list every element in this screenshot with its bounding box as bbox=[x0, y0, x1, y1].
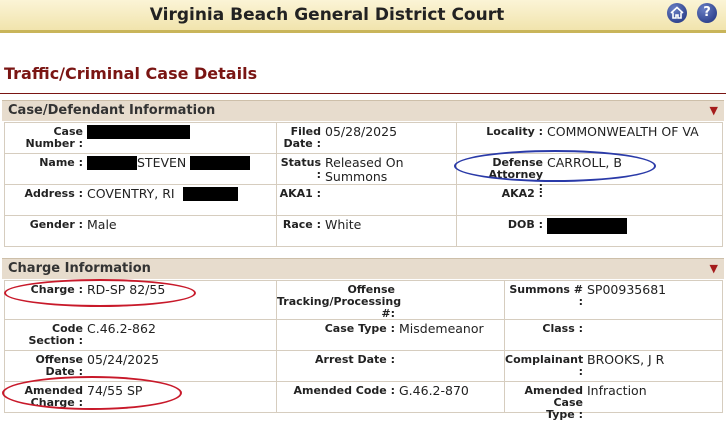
case-details-table: Case Number : Filed Date : 05/28/2025 Lo… bbox=[4, 122, 723, 247]
case-section-header[interactable]: Case/Defendant Information ▼ bbox=[2, 100, 724, 121]
section-title: Case/Defendant Information bbox=[8, 103, 216, 118]
filed-date-value: 05/28/2025 bbox=[325, 124, 398, 139]
address-value: COVENTRY, RI bbox=[87, 186, 175, 201]
locality-label: Locality : bbox=[486, 125, 543, 138]
gender-value: Male bbox=[87, 217, 117, 232]
filed-date-cell: Filed Date : 05/28/2025 bbox=[277, 123, 456, 153]
code-section-label: Code Section : bbox=[28, 322, 83, 347]
dob-cell: DOB : bbox=[457, 216, 722, 246]
summons-value: SP00935681 bbox=[587, 282, 667, 297]
charge-details-table: Charge : RD-SP 82/55 Offense Tracking/Pr… bbox=[4, 280, 723, 421]
offense-date-cell: Offense Date : 05/24/2025 bbox=[5, 351, 276, 381]
code-section-value: C.46.2-862 bbox=[87, 321, 156, 336]
case-type-cell: Case Type : Misdemeanor bbox=[277, 320, 504, 350]
aka1-label: AKA1 : bbox=[279, 187, 321, 200]
aka2-label: AKA2 : bbox=[501, 187, 543, 200]
gender-cell: Gender : Male bbox=[5, 216, 276, 246]
name-label: Name : bbox=[39, 156, 83, 169]
app-header: Virginia Beach General District Court ? bbox=[0, 0, 726, 33]
offense-tracking-cell: Offense Tracking/Processing #: bbox=[277, 281, 504, 320]
page-title: Traffic/Criminal Case Details bbox=[4, 64, 258, 83]
charge-section-header[interactable]: Charge Information ▼ bbox=[2, 258, 724, 279]
filed-date-label: Filed Date : bbox=[283, 125, 321, 150]
first-name-value: STEVEN bbox=[137, 155, 187, 170]
case-type-value: Misdemeanor bbox=[399, 321, 484, 336]
amended-code-label: Amended Code : bbox=[293, 384, 396, 397]
class-label: Class : bbox=[542, 322, 583, 335]
complainant-value: BROOKS, J R bbox=[587, 352, 665, 367]
locality-value: COMMONWEALTH OF VA bbox=[547, 124, 699, 139]
case-number-label: Case Number : bbox=[25, 125, 84, 150]
redacted-block bbox=[547, 218, 627, 234]
locality-cell: Locality : COMMONWEALTH OF VA bbox=[457, 123, 722, 153]
amended-case-type-value: Infraction bbox=[587, 383, 647, 398]
gender-label: Gender : bbox=[29, 218, 83, 231]
court-title: Virginia Beach General District Court bbox=[149, 5, 505, 25]
arrest-date-cell: Arrest Date : bbox=[277, 351, 504, 381]
status-value: Released On Summons bbox=[325, 155, 404, 184]
race-value: White bbox=[325, 217, 362, 232]
offense-date-label: Offense Date : bbox=[35, 353, 83, 378]
title-divider bbox=[0, 93, 726, 94]
arrest-date-label: Arrest Date : bbox=[315, 353, 395, 366]
summons-cell: Summons # : SP00935681 bbox=[505, 281, 722, 319]
collapse-arrow-icon[interactable]: ▼ bbox=[710, 104, 718, 117]
class-cell: Class : bbox=[505, 320, 722, 350]
offense-tracking-label: Offense Tracking/Processing #: bbox=[277, 283, 402, 320]
race-cell: Race : White bbox=[277, 216, 456, 246]
address-label: Address : bbox=[24, 187, 83, 200]
aka1-cell: AKA1 : bbox=[277, 185, 456, 215]
section-title: Charge Information bbox=[8, 261, 151, 276]
charge-value: RD-SP 82/55 bbox=[87, 282, 166, 297]
help-icon[interactable]: ? bbox=[697, 3, 717, 23]
complainant-label: Complainant : bbox=[505, 353, 584, 378]
home-icon[interactable] bbox=[667, 3, 687, 23]
amended-charge-cell: Amended Charge : 74/55 SP bbox=[5, 382, 276, 412]
case-number-cell: Case Number : bbox=[5, 123, 276, 153]
defense-attorney-value: CARROLL, B bbox=[547, 155, 622, 170]
redacted-block bbox=[182, 187, 238, 201]
defense-attorney-cell: Defense Attorney : CARROLL, B bbox=[457, 154, 722, 193]
summons-label: Summons # : bbox=[509, 283, 583, 308]
address-cell: Address : COVENTRY, RI bbox=[5, 185, 276, 215]
complainant-cell: Complainant : BROOKS, J R bbox=[505, 351, 722, 381]
amended-code-value: G.46.2-870 bbox=[399, 383, 469, 398]
redacted-block bbox=[87, 125, 190, 139]
amended-case-type-cell: Amended Case Type : Infraction bbox=[505, 382, 722, 421]
charge-label: Charge : bbox=[30, 283, 83, 296]
charge-cell: Charge : RD-SP 82/55 bbox=[5, 281, 276, 319]
redacted-block bbox=[190, 156, 251, 170]
case-type-label: Case Type : bbox=[324, 322, 395, 335]
name-cell: Name : STEVEN bbox=[5, 154, 276, 184]
aka2-cell: AKA2 : bbox=[457, 185, 722, 215]
redacted-block bbox=[87, 156, 137, 170]
status-cell: Status : Released On Summons bbox=[277, 154, 456, 184]
dob-label: DOB : bbox=[507, 218, 543, 231]
collapse-arrow-icon[interactable]: ▼ bbox=[710, 262, 718, 275]
amended-charge-label: Amended Charge : bbox=[24, 384, 83, 409]
code-section-cell: Code Section : C.46.2-862 bbox=[5, 320, 276, 350]
amended-code-cell: Amended Code : G.46.2-870 bbox=[277, 382, 504, 412]
race-label: Race : bbox=[282, 218, 321, 231]
amended-charge-value: 74/55 SP bbox=[87, 383, 143, 398]
status-label: Status : bbox=[280, 156, 321, 181]
offense-date-value: 05/24/2025 bbox=[87, 352, 160, 367]
